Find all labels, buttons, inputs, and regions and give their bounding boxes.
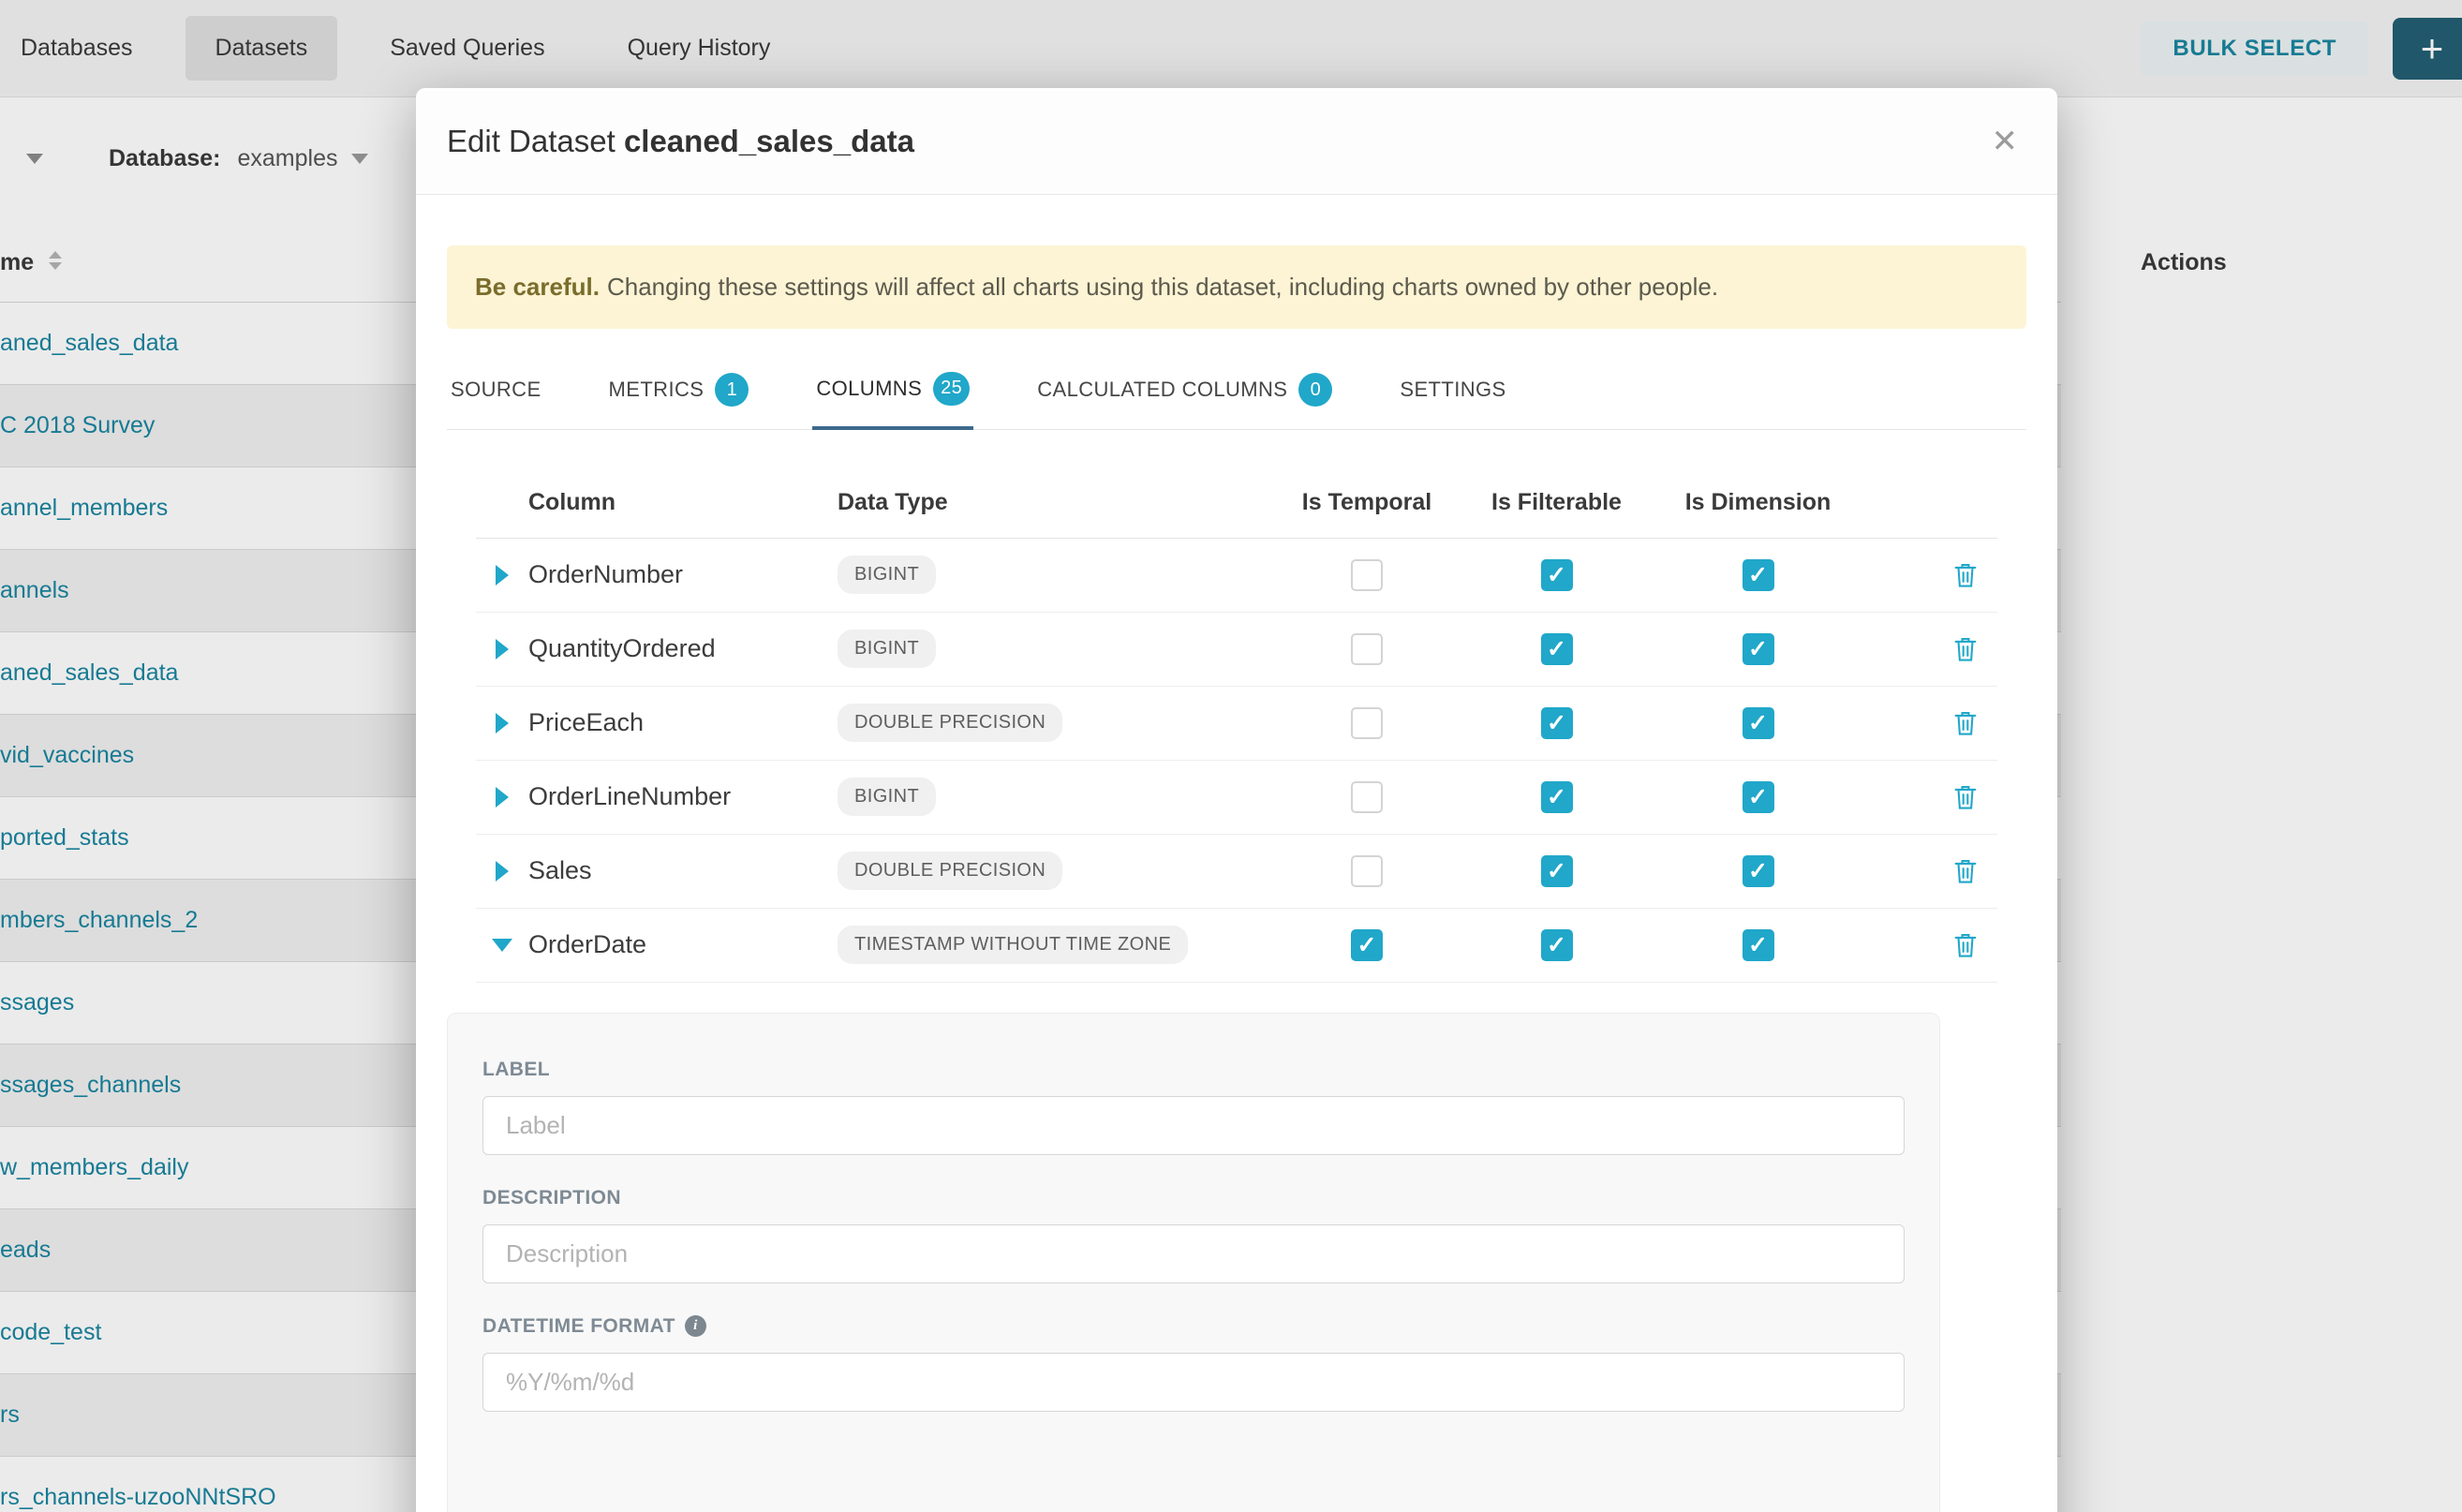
description-input[interactable]: [482, 1224, 1905, 1283]
expand-caret-icon[interactable]: [496, 639, 509, 660]
tab-count-badge: 1: [715, 373, 749, 407]
is-dimension-checkbox[interactable]: ✓: [1743, 781, 1774, 813]
column-editor-panel: LABEL DESCRIPTION DATETIME FORMAT i: [447, 1013, 1940, 1512]
data-type-cell: TIMESTAMP WITHOUT TIME ZONE: [838, 926, 1278, 964]
modal-title-dataset-name: cleaned_sales_data: [624, 124, 914, 158]
data-type-cell: BIGINT: [838, 778, 1278, 816]
data-type-badge: DOUBLE PRECISION: [838, 852, 1062, 890]
expand-caret-icon[interactable]: [496, 565, 509, 586]
table-row: PriceEachDOUBLE PRECISION ✓ ✓: [476, 687, 1997, 761]
column-name: OrderDate: [528, 930, 838, 959]
expand-caret-icon[interactable]: [496, 713, 509, 734]
is-temporal-checkbox[interactable]: ✓: [1351, 929, 1383, 961]
is-temporal-checkbox[interactable]: [1351, 707, 1383, 739]
expand-caret-icon[interactable]: [496, 787, 509, 808]
columns-table-rows: OrderNumberBIGINT✓✓QuantityOrderedBIGINT…: [476, 539, 1997, 983]
table-row: OrderDateTIMESTAMP WITHOUT TIME ZONE ✓ ✓ ✓: [476, 909, 1997, 983]
modal-body: Be careful.Changing these settings will …: [416, 245, 2057, 1512]
info-icon[interactable]: i: [685, 1315, 706, 1337]
warning-banner: Be careful.Changing these settings will …: [447, 245, 2026, 329]
table-row: OrderLineNumberBIGINT ✓ ✓: [476, 761, 1997, 835]
is-filterable-checkbox[interactable]: ✓: [1541, 707, 1573, 739]
label-input[interactable]: [482, 1096, 1905, 1155]
delete-column-icon[interactable]: [1952, 857, 1979, 885]
column-name: OrderNumber: [528, 560, 838, 589]
is-temporal-checkbox[interactable]: [1351, 855, 1383, 887]
table-row: QuantityOrderedBIGINT ✓ ✓: [476, 613, 1997, 687]
tab-label: COLUMNS: [816, 377, 922, 401]
is-filterable-checkbox[interactable]: ✓: [1541, 633, 1573, 665]
table-row: OrderNumberBIGINT ✓ ✓: [476, 539, 1997, 613]
collapse-caret-icon[interactable]: [492, 939, 512, 952]
modal-header: Edit Dataset cleaned_sales_data ✕: [416, 88, 2057, 195]
data-type-badge: TIMESTAMP WITHOUT TIME ZONE: [838, 926, 1188, 964]
data-type-badge: DOUBLE PRECISION: [838, 704, 1062, 742]
label-field: LABEL: [482, 1059, 1905, 1155]
column-name: PriceEach: [528, 708, 838, 737]
table-row: SalesDOUBLE PRECISION ✓ ✓: [476, 835, 1997, 909]
is-dimension-checkbox[interactable]: ✓: [1743, 633, 1774, 665]
is-filterable-checkbox[interactable]: ✓: [1541, 781, 1573, 813]
modal-tabs: SOURCE METRICS 1 COLUMNS 25 CALCULATED COLUMN…: [447, 372, 2026, 430]
column-header: Data Type: [838, 489, 1278, 516]
data-type-cell: DOUBLE PRECISION: [838, 704, 1278, 742]
label-field-label: LABEL: [482, 1059, 1905, 1081]
description-field: DESCRIPTION: [482, 1187, 1905, 1283]
delete-column-icon[interactable]: [1952, 709, 1979, 737]
is-filterable-checkbox[interactable]: ✓: [1541, 559, 1573, 591]
column-name: QuantityOrdered: [528, 634, 838, 663]
tab-label: SOURCE: [451, 378, 541, 402]
tab-label: METRICS: [609, 378, 704, 402]
column-name: OrderLineNumber: [528, 782, 838, 811]
delete-column-icon[interactable]: [1952, 931, 1979, 959]
tab-calculated-columns[interactable]: CALCULATED COLUMNS 0: [1033, 372, 1336, 429]
tab-count-badge: 25: [933, 372, 970, 406]
warning-banner-bold: Be careful.: [475, 273, 600, 301]
delete-column-icon[interactable]: [1952, 561, 1979, 589]
datetime-format-field-label: DATETIME FORMAT: [482, 1315, 675, 1338]
datetime-format-field: DATETIME FORMAT i: [482, 1315, 1905, 1412]
is-temporal-checkbox[interactable]: [1351, 781, 1383, 813]
is-filterable-checkbox[interactable]: ✓: [1541, 929, 1573, 961]
data-type-badge: BIGINT: [838, 556, 936, 594]
data-type-cell: BIGINT: [838, 556, 1278, 594]
is-filterable-checkbox[interactable]: ✓: [1541, 855, 1573, 887]
column-name: Sales: [528, 856, 838, 885]
warning-banner-text: Changing these settings will affect all …: [607, 273, 1718, 301]
tab-count-badge: 0: [1298, 373, 1332, 407]
edit-dataset-modal: Edit Dataset cleaned_sales_data ✕ Be car…: [416, 88, 2057, 1512]
tab-label: SETTINGS: [1400, 378, 1505, 402]
delete-column-icon[interactable]: [1952, 635, 1979, 663]
column-header: Is Temporal: [1302, 489, 1431, 516]
column-header: Is Dimension: [1685, 489, 1832, 516]
modal-title: Edit Dataset cleaned_sales_data: [447, 124, 914, 159]
close-icon[interactable]: ✕: [1992, 126, 2019, 157]
data-type-badge: BIGINT: [838, 630, 936, 668]
modal-title-prefix: Edit Dataset: [447, 124, 616, 158]
is-dimension-checkbox[interactable]: ✓: [1743, 929, 1774, 961]
tab-source[interactable]: SOURCE: [447, 372, 545, 429]
datetime-format-input[interactable]: [482, 1353, 1905, 1412]
delete-column-icon[interactable]: [1952, 783, 1979, 811]
tab-settings[interactable]: SETTINGS: [1396, 372, 1509, 429]
data-type-cell: DOUBLE PRECISION: [838, 852, 1278, 890]
is-dimension-checkbox[interactable]: ✓: [1743, 707, 1774, 739]
expand-caret-icon[interactable]: [496, 861, 509, 882]
data-type-cell: BIGINT: [838, 630, 1278, 668]
tab-label: CALCULATED COLUMNS: [1037, 378, 1287, 402]
column-header: Is Filterable: [1491, 489, 1622, 516]
data-type-badge: BIGINT: [838, 778, 936, 816]
columns-table: ColumnData Type Is Temporal Is Filterable I…: [476, 467, 1997, 983]
tab-metrics[interactable]: METRICS 1: [605, 372, 753, 429]
is-temporal-checkbox[interactable]: [1351, 559, 1383, 591]
is-temporal-checkbox[interactable]: [1351, 633, 1383, 665]
description-field-label: DESCRIPTION: [482, 1187, 1905, 1209]
is-dimension-checkbox[interactable]: ✓: [1743, 559, 1774, 591]
column-header: Column: [528, 489, 838, 516]
tab-columns[interactable]: COLUMNS 25: [812, 372, 973, 430]
is-dimension-checkbox[interactable]: ✓: [1743, 855, 1774, 887]
columns-table-header: ColumnData Type Is Temporal Is Filterable I…: [476, 467, 1997, 539]
